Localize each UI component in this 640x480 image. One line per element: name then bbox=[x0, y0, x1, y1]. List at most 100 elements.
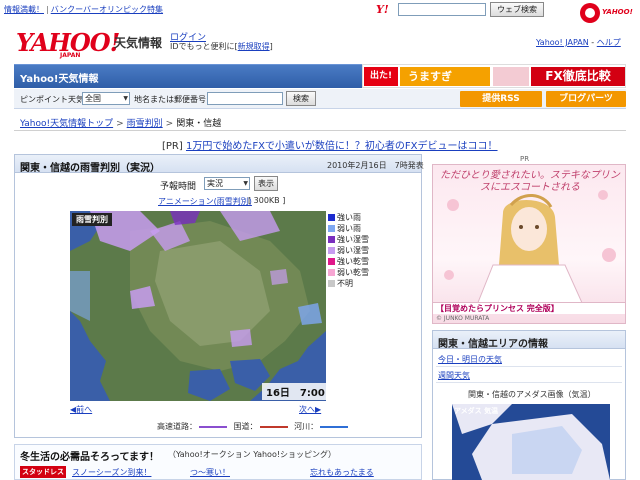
promo-logo-text: YAHOO! bbox=[602, 8, 633, 16]
road-legend: 高速道路： 国道： 河川： bbox=[157, 421, 352, 432]
breadcrumb-top[interactable]: Yahoo!天気情報トップ bbox=[20, 119, 113, 129]
yahoo-logo-sub: JAPAN bbox=[60, 52, 81, 59]
legend-swatch bbox=[328, 258, 335, 265]
highway-line bbox=[199, 425, 227, 428]
divider bbox=[436, 382, 622, 383]
show-button[interactable]: 表示 bbox=[254, 176, 278, 191]
animation-link[interactable]: アニメーション(雨雪判別) bbox=[158, 196, 252, 207]
legend-label: 強い雨 bbox=[337, 213, 361, 222]
fx-banner-ad[interactable]: 出た! うますぎ FX徹底比較 bbox=[362, 64, 626, 88]
pr-tag: [PR] bbox=[162, 141, 183, 152]
promo-link-cold[interactable]: つ〜寒い！ bbox=[190, 467, 230, 478]
ad-text: ただひとり愛されたい。ステキなプリンスにエスコートされる bbox=[440, 170, 620, 193]
legend-swatch bbox=[328, 269, 335, 276]
national-road-label: 国道： bbox=[233, 422, 258, 431]
panel-title: 関東・信越の雨雪判別（実況） bbox=[20, 163, 160, 174]
ad-pr-label: PR bbox=[520, 155, 530, 163]
rss-button[interactable]: 提供RSS bbox=[460, 91, 542, 107]
news-link-olympics[interactable]: バンクーバーオリンピック特集 bbox=[51, 5, 163, 14]
promo-link-warm[interactable]: 忘れもあったまる bbox=[310, 467, 374, 478]
promo-logo-right[interactable]: YAHOO! bbox=[580, 1, 638, 27]
breadcrumb: Yahoo!天気情報トップ > 雨雪判別 > 関東・信越 bbox=[20, 119, 222, 129]
river-label: 河川： bbox=[294, 422, 319, 431]
legend-label: 弱い雨 bbox=[337, 224, 361, 233]
panel-date: 2010年2月16日 7時発表 bbox=[327, 161, 424, 170]
promo-badge[interactable]: スタッドレス bbox=[20, 466, 66, 478]
breadcrumb-current: 関東・信越 bbox=[176, 119, 222, 129]
legend-item: 弱い雨 bbox=[328, 223, 388, 234]
amedas-title: 関東・信越のアメダス画像（気温） bbox=[468, 390, 596, 399]
next-label: 次へ bbox=[299, 405, 315, 414]
header-links: Yahoo! JAPAN - ヘルプ bbox=[536, 38, 621, 47]
prev-label: 前へ bbox=[76, 405, 93, 414]
web-search-button[interactable]: ウェブ検索 bbox=[490, 2, 544, 17]
legend-label: 強い乾雪 bbox=[337, 257, 369, 266]
forecast-time-select[interactable]: 実況 bbox=[204, 177, 250, 190]
search-button[interactable]: 検索 bbox=[286, 91, 316, 106]
today-tomorrow-link[interactable]: 今日・明日の天気 bbox=[438, 354, 502, 365]
news-link-info[interactable]: 情報満載！ bbox=[4, 5, 44, 14]
highway-label: 高速道路： bbox=[157, 422, 197, 431]
legend-item: 強い雨 bbox=[328, 212, 388, 223]
next-link[interactable]: 次へ▶ bbox=[299, 404, 321, 415]
topbar-news: 情報満載！ | バンクーバーオリンピック特集 bbox=[4, 5, 164, 14]
promo-link-snow-season[interactable]: スノーシーズン到来！ bbox=[72, 467, 151, 478]
legend-item: 強い乾雪 bbox=[328, 256, 388, 267]
forecast-time-label: 予報時間 bbox=[160, 182, 197, 192]
legend-item: 不明 bbox=[328, 278, 388, 289]
breadcrumb-rain-snow[interactable]: 雨雪判別 bbox=[127, 119, 163, 129]
rain-snow-map bbox=[70, 211, 326, 401]
map-terrain bbox=[70, 211, 326, 401]
pr-text-ad: [PR] 1万円で始めたFXで小遣いが数倍に！？初心者のFXデビューはココ！ bbox=[162, 137, 498, 152]
legend-label: 不明 bbox=[337, 279, 353, 288]
banner-image bbox=[493, 67, 529, 86]
legend-label: 弱い湿雪 bbox=[337, 246, 369, 255]
login-description: IDでもっと便利に[新規取得] bbox=[170, 41, 273, 52]
legend-item: 弱い湿雪 bbox=[328, 245, 388, 256]
weekly-weather-link[interactable]: 週間天気 bbox=[438, 370, 470, 381]
legend-swatch bbox=[328, 280, 335, 287]
pinpoint-label: ピンポイント天気 bbox=[20, 95, 84, 104]
map-time: 16日 7:00 bbox=[262, 383, 329, 400]
animation-size: [ 300KB ] bbox=[248, 196, 286, 205]
web-search-input[interactable] bbox=[398, 3, 486, 16]
map-legend: 強い雨弱い雨強い湿雪弱い湿雪強い乾雪弱い乾雪不明 bbox=[328, 212, 388, 289]
promo-title: 冬生活の必需品そろってます！ bbox=[20, 452, 159, 463]
amedas-label: アメダス 気温 bbox=[454, 407, 499, 415]
legend-swatch bbox=[328, 236, 335, 243]
ad-caption[interactable]: 【目覚めたらプリンセス 完全版】 bbox=[436, 303, 559, 314]
register-link[interactable]: 新規取得 bbox=[238, 42, 270, 51]
legend-item: 強い湿雪 bbox=[328, 234, 388, 245]
yahoo-japan-link[interactable]: Yahoo! JAPAN bbox=[536, 38, 589, 47]
help-link[interactable]: ヘルプ bbox=[597, 38, 621, 47]
pr-link[interactable]: 1万円で始めたFXで小遣いが数倍に！？初心者のFXデビューはココ！ bbox=[186, 141, 498, 152]
address-input[interactable] bbox=[207, 92, 283, 105]
address-label: 地名または郵便番号 bbox=[134, 95, 206, 104]
river-line bbox=[320, 425, 349, 428]
banner-part-4: FX徹底比較 bbox=[531, 67, 625, 86]
ad-copyright: © JUNKO MURATA bbox=[436, 315, 490, 322]
legend-label: 弱い乾雪 bbox=[337, 268, 369, 277]
blog-parts-button[interactable]: ブログパーツ bbox=[546, 91, 626, 107]
legend-label: 強い湿雪 bbox=[337, 235, 369, 244]
map-label: 雨雪判別 bbox=[72, 213, 112, 226]
divider bbox=[436, 366, 622, 367]
login-desc-prefix: IDでもっと便利に[ bbox=[170, 42, 238, 51]
app-title: 天気情報 bbox=[114, 36, 163, 50]
region-select[interactable]: 全国 bbox=[82, 92, 130, 105]
promo-circle-icon bbox=[580, 3, 600, 23]
yahoo-small-logo[interactable]: Y! bbox=[376, 3, 389, 16]
national-road-line bbox=[259, 425, 288, 428]
legend-item: 弱い乾雪 bbox=[328, 267, 388, 278]
legend-swatch bbox=[328, 214, 335, 221]
prev-link[interactable]: ◀前へ bbox=[70, 404, 92, 415]
breadcrumb-divider bbox=[14, 130, 626, 131]
promo-subtitle: （Yahoo!オークション Yahoo!ショッピング） bbox=[168, 450, 337, 459]
legend-swatch bbox=[328, 247, 335, 254]
banner-part-2: うますぎ bbox=[400, 67, 490, 86]
login-desc-suffix: ] bbox=[269, 42, 273, 51]
title-bar-text: Yahoo!天気情報 bbox=[20, 74, 99, 85]
legend-swatch bbox=[328, 225, 335, 232]
banner-part-1: 出た! bbox=[364, 67, 398, 86]
area-info-title: 関東・信越エリアの情報 bbox=[438, 339, 548, 350]
